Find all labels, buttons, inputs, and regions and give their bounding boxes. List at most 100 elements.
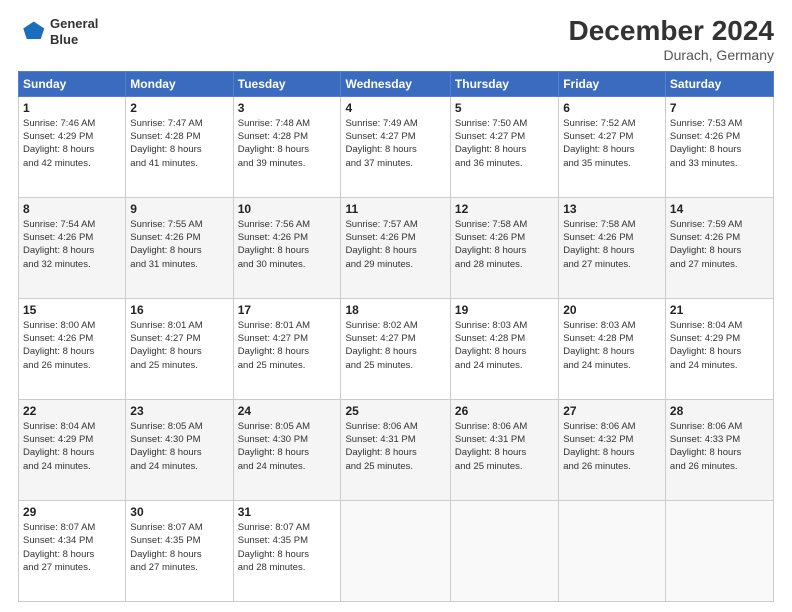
day-cell: 21 Sunrise: 8:04 AM Sunset: 4:29 PM Dayli… (665, 298, 773, 399)
day-info: Sunrise: 8:07 AM Sunset: 4:35 PM Dayligh… (130, 521, 228, 574)
week-row-1: 1 Sunrise: 7:46 AM Sunset: 4:29 PM Daylig… (19, 96, 774, 197)
day-info: Sunrise: 8:05 AM Sunset: 4:30 PM Dayligh… (238, 420, 337, 473)
day-cell: 9 Sunrise: 7:55 AM Sunset: 4:26 PM Daylig… (126, 197, 233, 298)
day-number: 24 (238, 404, 337, 418)
header-cell-saturday: Saturday (665, 71, 773, 96)
day-info: Sunrise: 8:06 AM Sunset: 4:33 PM Dayligh… (670, 420, 769, 473)
day-cell: 11 Sunrise: 7:57 AM Sunset: 4:26 PM Dayli… (341, 197, 450, 298)
day-cell: 10 Sunrise: 7:56 AM Sunset: 4:26 PM Dayli… (233, 197, 341, 298)
day-number: 21 (670, 303, 769, 317)
day-number: 30 (130, 505, 228, 519)
day-number: 4 (345, 101, 445, 115)
day-number: 2 (130, 101, 228, 115)
day-info: Sunrise: 7:56 AM Sunset: 4:26 PM Dayligh… (238, 218, 337, 271)
day-cell: 28 Sunrise: 8:06 AM Sunset: 4:33 PM Dayli… (665, 399, 773, 500)
day-number: 20 (563, 303, 661, 317)
header-cell-wednesday: Wednesday (341, 71, 450, 96)
day-cell: 22Sunrise: 8:04 AM Sunset: 4:29 PM Dayli… (19, 399, 126, 500)
header-cell-tuesday: Tuesday (233, 71, 341, 96)
calendar: SundayMondayTuesdayWednesdayThursdayFrid… (18, 71, 774, 602)
day-cell: 24 Sunrise: 8:05 AM Sunset: 4:30 PM Dayli… (233, 399, 341, 500)
day-number: 25 (345, 404, 445, 418)
day-info: Sunrise: 8:01 AM Sunset: 4:27 PM Dayligh… (238, 319, 337, 372)
day-number: 27 (563, 404, 661, 418)
day-number: 26 (455, 404, 554, 418)
day-cell: 31Sunrise: 8:07 AM Sunset: 4:35 PM Dayli… (233, 500, 341, 601)
day-number: 14 (670, 202, 769, 216)
day-info: Sunrise: 8:02 AM Sunset: 4:27 PM Dayligh… (345, 319, 445, 372)
day-info: Sunrise: 7:58 AM Sunset: 4:26 PM Dayligh… (563, 218, 661, 271)
header-cell-monday: Monday (126, 71, 233, 96)
day-number: 17 (238, 303, 337, 317)
day-number: 28 (670, 404, 769, 418)
day-cell: 3Sunrise: 7:48 AM Sunset: 4:28 PM Daylig… (233, 96, 341, 197)
day-cell: 27 Sunrise: 8:06 AM Sunset: 4:32 PM Dayli… (559, 399, 666, 500)
day-number: 10 (238, 202, 337, 216)
header-cell-thursday: Thursday (450, 71, 558, 96)
day-cell (665, 500, 773, 601)
day-info: Sunrise: 7:52 AM Sunset: 4:27 PM Dayligh… (563, 117, 661, 170)
day-number: 13 (563, 202, 661, 216)
day-cell (559, 500, 666, 601)
day-info: Sunrise: 7:53 AM Sunset: 4:26 PM Dayligh… (670, 117, 769, 170)
week-row-4: 22Sunrise: 8:04 AM Sunset: 4:29 PM Dayli… (19, 399, 774, 500)
day-cell: 29 Sunrise: 8:07 AM Sunset: 4:34 PM Dayli… (19, 500, 126, 601)
day-cell (450, 500, 558, 601)
day-cell: 20 Sunrise: 8:03 AM Sunset: 4:28 PM Dayli… (559, 298, 666, 399)
day-cell: 18 Sunrise: 8:02 AM Sunset: 4:27 PM Dayli… (341, 298, 450, 399)
day-cell: 25Sunrise: 8:06 AM Sunset: 4:31 PM Dayli… (341, 399, 450, 500)
day-number: 11 (345, 202, 445, 216)
day-cell: 14Sunrise: 7:59 AM Sunset: 4:26 PM Dayli… (665, 197, 773, 298)
day-info: Sunrise: 8:06 AM Sunset: 4:32 PM Dayligh… (563, 420, 661, 473)
day-cell: 15Sunrise: 8:00 AM Sunset: 4:26 PM Dayli… (19, 298, 126, 399)
day-number: 6 (563, 101, 661, 115)
day-cell: 26 Sunrise: 8:06 AM Sunset: 4:31 PM Dayli… (450, 399, 558, 500)
day-number: 1 (23, 101, 121, 115)
day-info: Sunrise: 7:55 AM Sunset: 4:26 PM Dayligh… (130, 218, 228, 271)
day-cell: 2 Sunrise: 7:47 AM Sunset: 4:28 PM Daylig… (126, 96, 233, 197)
day-info: Sunrise: 7:50 AM Sunset: 4:27 PM Dayligh… (455, 117, 554, 170)
day-number: 5 (455, 101, 554, 115)
day-cell: 8Sunrise: 7:54 AM Sunset: 4:26 PM Daylig… (19, 197, 126, 298)
day-number: 9 (130, 202, 228, 216)
day-info: Sunrise: 8:01 AM Sunset: 4:27 PM Dayligh… (130, 319, 228, 372)
logo-text: General Blue (50, 16, 98, 47)
day-cell: 19Sunrise: 8:03 AM Sunset: 4:28 PM Dayli… (450, 298, 558, 399)
day-cell: 4 Sunrise: 7:49 AM Sunset: 4:27 PM Daylig… (341, 96, 450, 197)
day-cell: 30 Sunrise: 8:07 AM Sunset: 4:35 PM Dayli… (126, 500, 233, 601)
logo-line1: General (50, 16, 98, 32)
day-cell: 1 Sunrise: 7:46 AM Sunset: 4:29 PM Daylig… (19, 96, 126, 197)
day-info: Sunrise: 7:46 AM Sunset: 4:29 PM Dayligh… (23, 117, 121, 170)
calendar-header: SundayMondayTuesdayWednesdayThursdayFrid… (19, 71, 774, 96)
day-info: Sunrise: 7:49 AM Sunset: 4:27 PM Dayligh… (345, 117, 445, 170)
logo: General Blue (18, 16, 98, 47)
day-number: 29 (23, 505, 121, 519)
header-row: SundayMondayTuesdayWednesdayThursdayFrid… (19, 71, 774, 96)
day-info: Sunrise: 7:57 AM Sunset: 4:26 PM Dayligh… (345, 218, 445, 271)
day-number: 23 (130, 404, 228, 418)
day-info: Sunrise: 7:47 AM Sunset: 4:28 PM Dayligh… (130, 117, 228, 170)
subtitle: Durach, Germany (569, 47, 774, 63)
day-number: 22 (23, 404, 121, 418)
day-info: Sunrise: 8:07 AM Sunset: 4:35 PM Dayligh… (238, 521, 337, 574)
day-number: 12 (455, 202, 554, 216)
day-info: Sunrise: 7:58 AM Sunset: 4:26 PM Dayligh… (455, 218, 554, 271)
day-cell: 17 Sunrise: 8:01 AM Sunset: 4:27 PM Dayli… (233, 298, 341, 399)
day-info: Sunrise: 8:03 AM Sunset: 4:28 PM Dayligh… (563, 319, 661, 372)
day-cell: 7Sunrise: 7:53 AM Sunset: 4:26 PM Daylig… (665, 96, 773, 197)
day-number: 16 (130, 303, 228, 317)
day-info: Sunrise: 8:04 AM Sunset: 4:29 PM Dayligh… (670, 319, 769, 372)
day-info: Sunrise: 7:48 AM Sunset: 4:28 PM Dayligh… (238, 117, 337, 170)
day-number: 18 (345, 303, 445, 317)
day-info: Sunrise: 8:07 AM Sunset: 4:34 PM Dayligh… (23, 521, 121, 574)
day-cell: 13 Sunrise: 7:58 AM Sunset: 4:26 PM Dayli… (559, 197, 666, 298)
calendar-body: 1 Sunrise: 7:46 AM Sunset: 4:29 PM Daylig… (19, 96, 774, 601)
header-cell-sunday: Sunday (19, 71, 126, 96)
day-cell: 23Sunrise: 8:05 AM Sunset: 4:30 PM Dayli… (126, 399, 233, 500)
day-cell: 6 Sunrise: 7:52 AM Sunset: 4:27 PM Daylig… (559, 96, 666, 197)
logo-icon (18, 18, 46, 46)
day-number: 15 (23, 303, 121, 317)
logo-line2: Blue (50, 32, 98, 48)
day-info: Sunrise: 8:06 AM Sunset: 4:31 PM Dayligh… (455, 420, 554, 473)
page: General Blue December 2024 Durach, Germa… (0, 0, 792, 612)
